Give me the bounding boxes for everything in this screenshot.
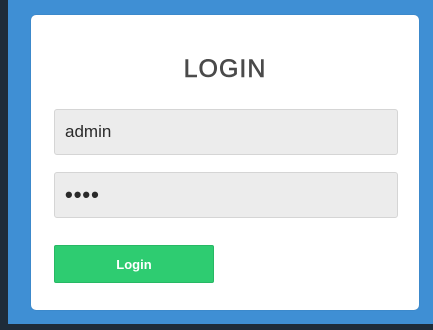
window-edge-bottom bbox=[0, 324, 433, 330]
login-button[interactable]: Login bbox=[54, 245, 214, 283]
login-card: LOGIN admin •••• Login bbox=[31, 15, 419, 310]
window-edge-left bbox=[0, 0, 8, 330]
password-input[interactable]: •••• bbox=[54, 172, 398, 218]
username-input[interactable]: admin bbox=[54, 109, 398, 155]
login-title: LOGIN bbox=[183, 55, 267, 84]
